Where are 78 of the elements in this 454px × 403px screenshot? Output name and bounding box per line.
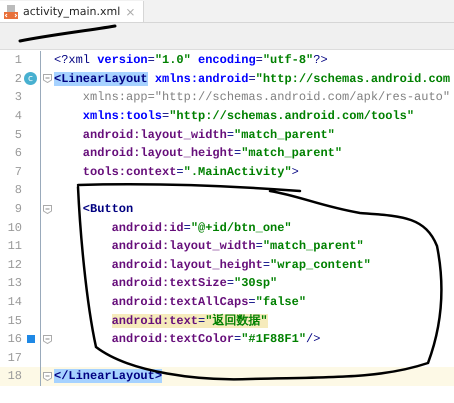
code-token: ".MainActivity" <box>184 164 292 179</box>
line-number: 3 <box>14 90 22 104</box>
code-token: "返回数据" <box>205 314 268 328</box>
code-token: <LinearLayout <box>54 72 148 86</box>
code-token: android:layout_width <box>82 128 227 142</box>
code-token: = <box>234 332 242 346</box>
fold-icon[interactable] <box>43 204 52 214</box>
code-token: = <box>234 146 242 160</box>
code-token: android:textAllCaps <box>112 295 248 310</box>
fold-icon[interactable] <box>43 372 52 381</box>
line-number: 14 <box>6 295 22 310</box>
code-token: "false" <box>256 295 306 310</box>
line-number: 1 <box>14 53 22 68</box>
code-token: encoding <box>198 53 256 68</box>
line-number: 18 <box>6 369 22 384</box>
line-number: 15 <box>6 314 22 328</box>
code-token: android:textColor <box>112 332 234 346</box>
code-token: xmlns:app="http://schemas.android.com/apk/res-auto" <box>82 90 450 104</box>
code-token: "@+id/btn_one" <box>190 220 292 235</box>
code-token: "http://schemas.android.com/tools" <box>169 109 414 124</box>
line-number: 11 <box>6 239 22 254</box>
xml-file-icon <box>4 4 18 18</box>
code-token: "match_parent" <box>262 239 364 254</box>
code-token: = <box>248 72 256 86</box>
line-number: 17 <box>6 350 22 365</box>
code-token: = <box>248 295 256 310</box>
code-token: "http://schemas.android.com <box>256 72 450 86</box>
tab-title: activity_main.xml <box>23 5 120 18</box>
code-token: = <box>176 164 184 179</box>
code-token: android:layout_height <box>82 146 234 160</box>
code-token: = <box>226 276 234 290</box>
code-token: "match_parent" <box>241 146 342 160</box>
code-token: <?xml <box>54 53 90 68</box>
code-token: = <box>226 128 234 142</box>
line-number: 10 <box>6 220 22 235</box>
close-icon[interactable]: × <box>125 4 136 18</box>
code-token: "30sp" <box>234 276 278 290</box>
code-token: ?> <box>313 53 328 68</box>
code-token: = <box>262 258 270 272</box>
code-token: tools:context <box>82 164 176 179</box>
code-token: android:layout_width <box>112 239 256 254</box>
code-token: = <box>256 239 263 254</box>
code-token: android:id <box>112 220 184 235</box>
line-number: 5 <box>14 128 22 142</box>
line-number: 12 <box>6 258 22 272</box>
fold-icon[interactable] <box>43 74 52 84</box>
code-token: "utf-8" <box>262 53 314 68</box>
line-number: 4 <box>14 109 22 124</box>
code-token: </LinearLayout> <box>54 369 162 384</box>
bookmark-icon[interactable] <box>26 335 34 344</box>
code-token: = <box>148 53 155 68</box>
code-token: = <box>256 53 263 68</box>
code-token: "match_parent" <box>234 128 335 142</box>
code-token: android:textSize <box>112 276 227 290</box>
code-token: > <box>292 164 299 179</box>
code-token: = <box>198 314 206 328</box>
code-token: <Button <box>82 202 134 216</box>
code-token: = <box>184 220 191 235</box>
code-token: version <box>97 53 148 68</box>
line-number: 16 <box>6 332 22 346</box>
code-token: android:text <box>112 314 198 328</box>
file-tab[interactable]: activity_main.xml × <box>0 1 144 22</box>
code-token: xmlns:tools <box>82 109 162 124</box>
line-number: 6 <box>14 146 22 160</box>
line-number: 13 <box>6 276 22 290</box>
code-token: android:layout_height <box>112 258 263 272</box>
fold-icon[interactable] <box>43 334 52 344</box>
line-number: 8 <box>14 183 22 198</box>
class-badge[interactable]: c <box>24 72 37 86</box>
line-number: 7 <box>14 164 22 179</box>
code-token: xmlns:android <box>154 72 248 86</box>
line-number: 9 <box>14 202 22 216</box>
code-token: "1.0" <box>154 53 191 68</box>
code-token: = <box>162 109 170 124</box>
code-token: "wrap_content" <box>270 258 371 272</box>
code-token: /> <box>306 332 320 346</box>
code-token: "#1F88F1" <box>241 332 306 346</box>
line-number: 2 <box>14 72 22 86</box>
